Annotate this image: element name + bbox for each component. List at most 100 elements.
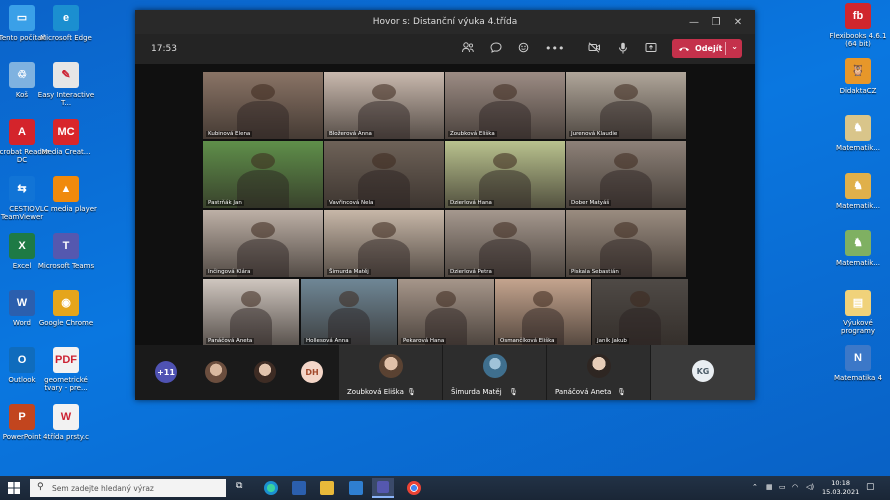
video-tile[interactable]: Inčingová Klára [203,210,323,277]
reactions-icon[interactable] [517,42,531,56]
taskbar-clock[interactable]: 10:18 15.03.2021 [822,479,859,497]
maximize-button[interactable]: ❐ [705,17,727,28]
video-tile[interactable]: Kubinová Elena [203,72,323,139]
person-silhouette [372,222,396,239]
more-participants-badge[interactable]: +11 [155,361,177,383]
network-icon[interactable]: ▦ [766,483,773,491]
person-silhouette [533,291,553,308]
video-tile[interactable]: Janík Jakub [592,279,688,346]
chevron-up-icon[interactable]: ⌃ [752,483,758,491]
participant-name: Vavřincová Nela [327,200,376,206]
participant-initials-avatar[interactable]: DH [301,361,323,383]
video-tile[interactable]: Pastrňák Jan [203,141,323,208]
participant-tile[interactable]: KG [651,345,755,400]
video-tile[interactable]: Bložerová Anna [324,72,444,139]
video-tile[interactable]: Dzierlová Petra [445,210,565,277]
video-tile[interactable]: Zoubková Eliška [445,72,565,139]
photos-taskbar-icon[interactable] [349,481,363,495]
volume-icon[interactable]: ◁) [806,483,814,491]
participant-avatar [483,354,507,378]
video-tile[interactable]: Piskala Sebastián [566,210,686,277]
participants-icon[interactable] [461,42,475,56]
edge-desktop-shortcut[interactable]: e Microsoft Edge [35,5,97,42]
microphone-icon: 🎙 [407,388,416,396]
chrome-taskbar-icon[interactable] [407,481,421,495]
participant-initials-avatar: KG [692,360,714,382]
microphone-icon[interactable] [616,42,630,57]
didakta-desktop-shortcut[interactable]: 🦉 DidaktaCZ [827,58,889,95]
vlc-desktop-shortcut[interactable]: ▲ VLC media player [35,176,97,213]
person-silhouette [251,153,275,170]
participant-tile[interactable]: Šimurda Matěj 🎙 [443,345,546,400]
share-screen-icon[interactable] [644,42,658,56]
recycle-bin-icon: ♲ [9,62,35,88]
teamviewer-icon: ⇆ [9,176,35,202]
phone-hangup-icon [679,46,689,51]
acrobat-icon: A [9,119,35,145]
participant-name: Bložerová Anna [327,131,374,137]
matematika-1-desktop-shortcut[interactable]: ♞ Matematik... [827,115,889,152]
window-titlebar[interactable]: Hovor s: Distanční výuka 4.třída — ❐ ✕ [135,10,755,34]
file-explorer-icon[interactable] [320,481,334,495]
word-file-desktop-shortcut[interactable]: W 4třída prsty.c [35,404,97,441]
notifications-icon[interactable]: ▢ [866,482,875,492]
shortcut-label: Matematik... [836,202,880,210]
minimize-button[interactable]: — [683,17,705,28]
folder-desktop-shortcut[interactable]: ▤ Výukové programy [827,290,889,335]
person-silhouette [339,291,359,308]
person-silhouette [372,84,396,101]
matematika-icon-2: ♞ [845,173,871,199]
matematika-2-desktop-shortcut[interactable]: ♞ Matematik... [827,173,889,210]
video-tile[interactable]: Hollesová Anna [301,279,397,346]
flexibooks-desktop-shortcut[interactable]: fb Flexibooks 4.6.1 (64 bit) [827,3,889,48]
usb-icon[interactable]: ▭ [779,483,786,491]
participant-name: Dzierlová Petra [448,269,494,275]
video-tile[interactable]: Dzierlová Hana [445,141,565,208]
close-button[interactable]: ✕ [727,17,749,28]
participant-avatar [587,354,611,378]
video-tile[interactable]: Pekarová Hana [398,279,494,346]
chevron-down-icon[interactable]: ⌄ [731,42,738,51]
video-tile[interactable]: Vavřincová Nela [324,141,444,208]
video-tile[interactable]: Panáčová Aneta [203,279,299,346]
easy-interactive-icon: ✎ [53,62,79,88]
video-tile[interactable]: Šimurda Matěj [324,210,444,277]
shortcut-label: geometrické tvary - pre... [44,376,88,392]
chat-icon[interactable] [489,42,503,56]
participant-strip: +11 DH Zoubková Eliška 🎙 Šimurda Matěj 🎙… [135,345,755,400]
pdf-file-icon: PDF [53,347,79,373]
wifi-icon[interactable]: ◠ [792,483,798,491]
matematika4-desktop-shortcut[interactable]: N Matematika 4 [827,345,889,382]
shortcut-label: Microsoft Edge [40,34,92,42]
task-view-icon[interactable]: ⧉ [236,481,250,495]
video-tile[interactable]: Dober Matyáš [566,141,686,208]
leave-button[interactable]: Odejít ⌄ [672,39,742,58]
teams-desktop-shortcut[interactable]: T Microsoft Teams [35,233,97,270]
taskbar-search-box[interactable]: ⚲ Sem zadejte hledaný výraz [30,479,226,497]
media-creation-desktop-shortcut[interactable]: MC Media Creat... [35,119,97,156]
participant-name: Pekarová Hana [401,338,447,344]
matematika-3-desktop-shortcut[interactable]: ♞ Matematik... [827,230,889,267]
word-taskbar-icon[interactable] [292,481,306,495]
participant-name: Hollesová Anna [304,338,351,344]
teams-taskbar-icon[interactable] [372,478,394,498]
participant-name: Dzierlová Hana [448,200,494,206]
camera-off-icon[interactable] [587,42,601,56]
participant-tile[interactable]: Zoubková Eliška 🎙 [339,345,442,400]
computer-icon: ▭ [9,5,35,31]
video-tile[interactable]: Jurenová Klaudie [566,72,686,139]
more-options-icon[interactable]: ••• [545,42,564,55]
person-silhouette [436,291,456,308]
chrome-desktop-shortcut[interactable]: ◉ Google Chrome [35,290,97,327]
leave-label: Odejít [695,44,723,53]
edge-taskbar-icon[interactable] [264,481,278,495]
video-tile[interactable]: Osmančíková Eliška [495,279,591,346]
participant-avatar[interactable] [205,361,227,383]
person-silhouette [241,291,261,308]
windows-start-icon[interactable] [8,482,20,494]
easy-interactive-desktop-shortcut[interactable]: ✎ Easy Interactive T... [35,62,97,107]
participant-tile[interactable]: Panáčová Aneta 🎙 [547,345,650,400]
participant-avatar[interactable] [254,361,276,383]
participant-name: Šimurda Matěj [451,388,502,396]
pdf-file-desktop-shortcut[interactable]: PDF geometrické tvary - pre... [35,347,97,392]
